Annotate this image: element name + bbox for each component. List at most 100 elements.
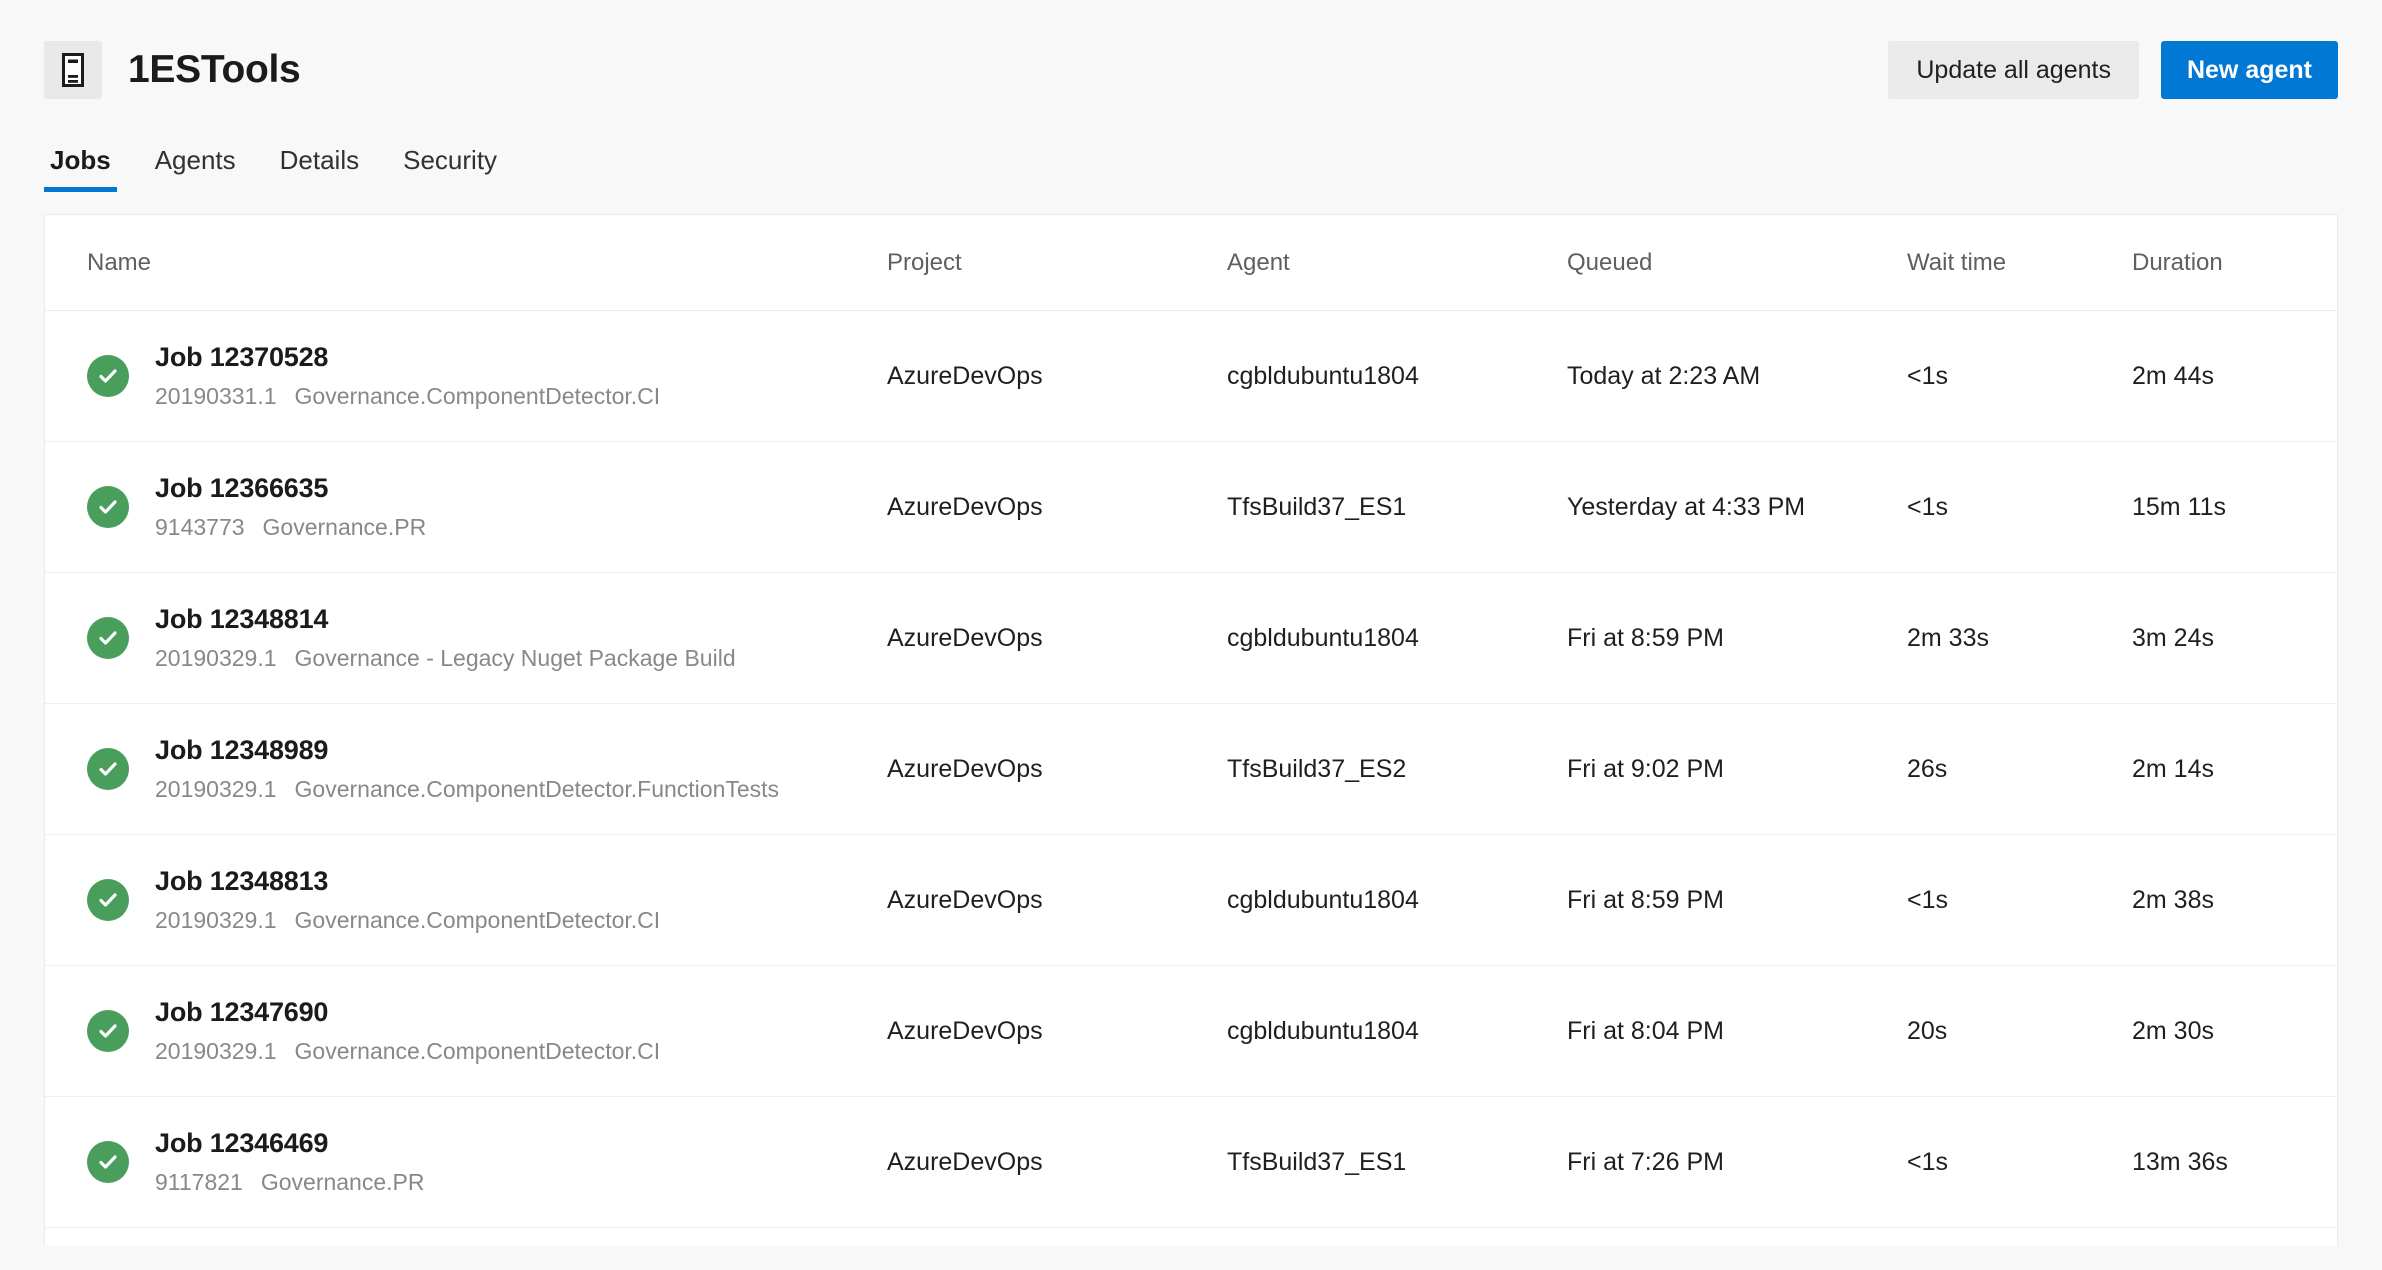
duration-cell: 3m 24s <box>2132 623 2214 652</box>
duration-cell: 13m 36s <box>2132 1147 2228 1176</box>
job-subtitle: 20190329.1 Governance.ComponentDetector.C… <box>155 907 660 934</box>
project-cell: AzureDevOps <box>887 361 1043 390</box>
build-number: 20190329.1 <box>155 1038 277 1064</box>
job-name-cell[interactable]: Job 12366635 9143773 Governance.PR <box>87 473 887 541</box>
job-name-cell[interactable]: Job 12348813 20190329.1 Governance.Compon… <box>87 866 887 934</box>
succeeded-check-icon <box>87 617 129 659</box>
job-title[interactable]: Job 12348813 <box>155 866 660 897</box>
job-subtitle: 9117821 Governance.PR <box>155 1169 424 1196</box>
tab-bar: Jobs Agents Details Security <box>0 136 2382 192</box>
job-name-block: Job 12370528 20190331.1 Governance.Compon… <box>155 342 660 410</box>
page-root: 1ESTools Update all agents New agent Job… <box>0 0 2382 1270</box>
job-title[interactable]: Job 12370528 <box>155 342 660 373</box>
succeeded-check-icon <box>87 486 129 528</box>
project-cell: AzureDevOps <box>887 492 1043 521</box>
queued-cell: Fri at 9:02 PM <box>1567 754 1724 783</box>
job-name-block: Job 12347690 20190329.1 Governance.Compon… <box>155 997 660 1065</box>
build-number: 9117821 <box>155 1169 243 1195</box>
table-row[interactable]: Job 12346469 9117821 Governance.PR AzureD… <box>45 1097 2337 1228</box>
project-cell: AzureDevOps <box>887 754 1043 783</box>
tab-agents[interactable]: Agents <box>149 145 242 192</box>
job-title[interactable]: Job 12347690 <box>155 997 660 1028</box>
build-number: 20190329.1 <box>155 907 277 933</box>
agent-cell[interactable]: cgbldubuntu1804 <box>1227 624 1567 653</box>
queued-cell: Fri at 8:59 PM <box>1567 885 1724 914</box>
table-row[interactable]: Job 12348989 20190329.1 Governance.Compon… <box>45 704 2337 835</box>
table-header-row: Name Project Agent Queued Wait time Dura… <box>45 215 2337 311</box>
agent-cell[interactable]: TfsBuild37_ES1 <box>1227 493 1567 522</box>
wait-time-cell: 2m 33s <box>1907 623 1989 652</box>
agent-cell[interactable]: TfsBuild37_ES1 <box>1227 1148 1567 1177</box>
project-cell: AzureDevOps <box>887 623 1043 652</box>
queued-cell: Yesterday at 4:33 PM <box>1567 492 1806 521</box>
job-subtitle: 20190329.1 Governance.ComponentDetector.F… <box>155 776 779 803</box>
job-subtitle: 20190329.1 Governance.ComponentDetector.C… <box>155 1038 660 1065</box>
table-row[interactable]: Job 12347690 20190329.1 Governance.Compon… <box>45 966 2337 1097</box>
column-header-name[interactable]: Name <box>87 249 887 277</box>
table-body: Job 12370528 20190331.1 Governance.Compon… <box>45 311 2337 1228</box>
succeeded-check-icon <box>87 748 129 790</box>
duration-cell: 2m 38s <box>2132 885 2214 914</box>
page-header: 1ESTools Update all agents New agent <box>0 0 2382 110</box>
tab-jobs[interactable]: Jobs <box>44 145 117 192</box>
wait-time-cell: 20s <box>1907 1016 1948 1045</box>
table-row[interactable]: Job 12366635 9143773 Governance.PR AzureD… <box>45 442 2337 573</box>
pipeline-definition: Governance.ComponentDetector.CI <box>294 907 661 933</box>
succeeded-check-icon <box>87 1010 129 1052</box>
column-header-queued[interactable]: Queued <box>1567 249 1907 277</box>
wait-time-cell: <1s <box>1907 1147 1949 1176</box>
agent-cell[interactable]: TfsBuild37_ES2 <box>1227 755 1567 784</box>
agent-cell[interactable]: cgbldubuntu1804 <box>1227 886 1567 915</box>
job-title[interactable]: Job 12366635 <box>155 473 426 504</box>
pipeline-definition: Governance.ComponentDetector.FunctionTes… <box>294 776 780 802</box>
build-number: 20190329.1 <box>155 645 277 671</box>
server-rack-icon <box>44 41 102 99</box>
job-name-block: Job 12348989 20190329.1 Governance.Compon… <box>155 735 779 803</box>
job-subtitle: 20190331.1 Governance.ComponentDetector.C… <box>155 383 660 410</box>
duration-cell: 2m 44s <box>2132 361 2214 390</box>
job-title[interactable]: Job 12348814 <box>155 604 736 635</box>
tab-security[interactable]: Security <box>397 145 503 192</box>
wait-time-cell: <1s <box>1907 361 1949 390</box>
queued-cell: Fri at 8:59 PM <box>1567 623 1724 652</box>
new-agent-button[interactable]: New agent <box>2160 41 2338 99</box>
update-all-agents-button[interactable]: Update all agents <box>1888 41 2139 99</box>
job-subtitle: 9143773 Governance.PR <box>155 514 426 541</box>
job-name-block: Job 12348813 20190329.1 Governance.Compon… <box>155 866 660 934</box>
job-name-cell[interactable]: Job 12346469 9117821 Governance.PR <box>87 1128 887 1196</box>
table-row[interactable]: Job 12370528 20190331.1 Governance.Compon… <box>45 311 2337 442</box>
pipeline-definition: Governance - Legacy Nuget Package Build <box>294 645 736 671</box>
column-header-project[interactable]: Project <box>887 249 1227 277</box>
tab-details[interactable]: Details <box>274 145 365 192</box>
job-subtitle: 20190329.1 Governance - Legacy Nuget Pack… <box>155 645 736 672</box>
job-name-block: Job 12348814 20190329.1 Governance - Lega… <box>155 604 736 672</box>
succeeded-check-icon <box>87 879 129 921</box>
column-header-agent[interactable]: Agent <box>1227 249 1567 277</box>
job-name-cell[interactable]: Job 12347690 20190329.1 Governance.Compon… <box>87 997 887 1065</box>
column-header-duration[interactable]: Duration <box>2132 249 2337 277</box>
queued-cell: Today at 2:23 AM <box>1567 361 1761 390</box>
pipeline-definition: Governance.PR <box>260 1169 425 1195</box>
column-header-wait-time[interactable]: Wait time <box>1907 249 2132 277</box>
build-number: 20190331.1 <box>155 383 277 409</box>
duration-cell: 2m 14s <box>2132 754 2214 783</box>
job-name-cell[interactable]: Job 12348814 20190329.1 Governance - Lega… <box>87 604 887 672</box>
pipeline-definition: Governance.ComponentDetector.CI <box>294 383 661 409</box>
pipeline-definition: Governance.PR <box>262 514 427 540</box>
succeeded-check-icon <box>87 1141 129 1183</box>
agent-cell[interactable]: cgbldubuntu1804 <box>1227 362 1567 391</box>
job-name-cell[interactable]: Job 12348989 20190329.1 Governance.Compon… <box>87 735 887 803</box>
job-title[interactable]: Job 12348989 <box>155 735 779 766</box>
agent-cell[interactable]: cgbldubuntu1804 <box>1227 1017 1567 1046</box>
project-cell: AzureDevOps <box>887 1016 1043 1045</box>
wait-time-cell: <1s <box>1907 885 1949 914</box>
table-row[interactable]: Job 12348814 20190329.1 Governance - Lega… <box>45 573 2337 704</box>
job-name-cell[interactable]: Job 12370528 20190331.1 Governance.Compon… <box>87 342 887 410</box>
job-name-block: Job 12366635 9143773 Governance.PR <box>155 473 426 541</box>
project-cell: AzureDevOps <box>887 1147 1043 1176</box>
build-number: 20190329.1 <box>155 776 277 802</box>
succeeded-check-icon <box>87 355 129 397</box>
duration-cell: 15m 11s <box>2132 492 2227 521</box>
job-title[interactable]: Job 12346469 <box>155 1128 424 1159</box>
table-row[interactable]: Job 12348813 20190329.1 Governance.Compon… <box>45 835 2337 966</box>
